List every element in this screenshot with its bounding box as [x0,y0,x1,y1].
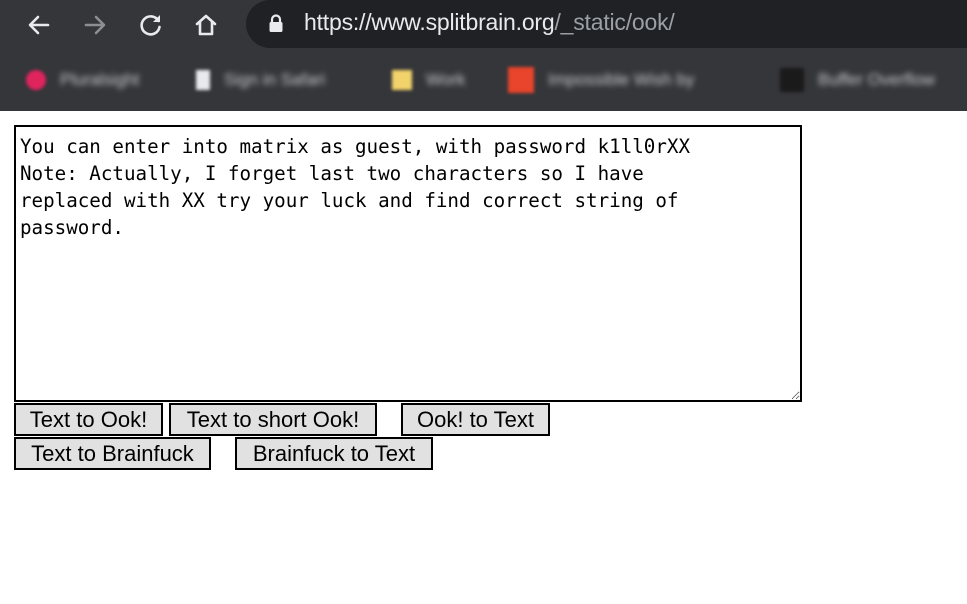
brainfuck-to-text-button[interactable]: Brainfuck to Text [235,437,433,470]
bookmark-label: Buffer Overflow [818,70,935,89]
bookmark-label: Work [426,70,466,89]
text-input-area[interactable] [14,125,802,402]
browser-toolbar: https://www.splitbrain.org/_static/ook/ [0,0,967,50]
url-host: https://www.splitbrain.org [304,9,555,35]
bookmark-label: Pluralsight [60,70,140,89]
bookmark-item[interactable]: Work [392,66,465,94]
address-bar[interactable]: https://www.splitbrain.org/_static/ook/ [246,0,967,48]
back-button[interactable] [22,8,56,42]
bookmark-item[interactable]: Sign in Safari [196,66,325,94]
forward-arrow-icon [84,15,106,35]
text-to-brainfuck-button[interactable]: Text to Brainfuck [14,437,211,470]
page-icon [196,70,210,90]
ook-to-text-button[interactable]: Ook! to Text [401,403,550,436]
bookmark-label: Sign in Safari [224,70,326,89]
bookmark-item[interactable]: Impossible Wish by [508,66,694,94]
bookmarks-bar: Pluralsight Sign in Safari Work Impossib… [0,50,967,111]
bookmark-item[interactable]: Buffer Overflow [780,66,935,94]
text-to-ook-button[interactable]: Text to Ook! [14,403,163,436]
folder-icon [392,70,412,90]
reload-button[interactable] [134,8,168,42]
back-arrow-icon [28,15,50,35]
bookmark-item[interactable]: Pluralsight [26,66,139,94]
site-dark-icon [780,68,804,92]
site-icon [508,67,534,93]
home-button[interactable] [189,8,223,42]
url-path: /_static/ook/ [554,9,675,35]
text-to-short-ook-button[interactable]: Text to short Ook! [169,403,377,436]
bookmark-label: Impossible Wish by [548,70,695,89]
reload-icon [140,15,161,36]
home-icon [195,14,217,36]
url-text: https://www.splitbrain.org/_static/ook/ [304,9,675,36]
pluralsight-icon [26,70,46,90]
forward-button[interactable] [78,8,112,42]
lock-icon [269,14,283,32]
